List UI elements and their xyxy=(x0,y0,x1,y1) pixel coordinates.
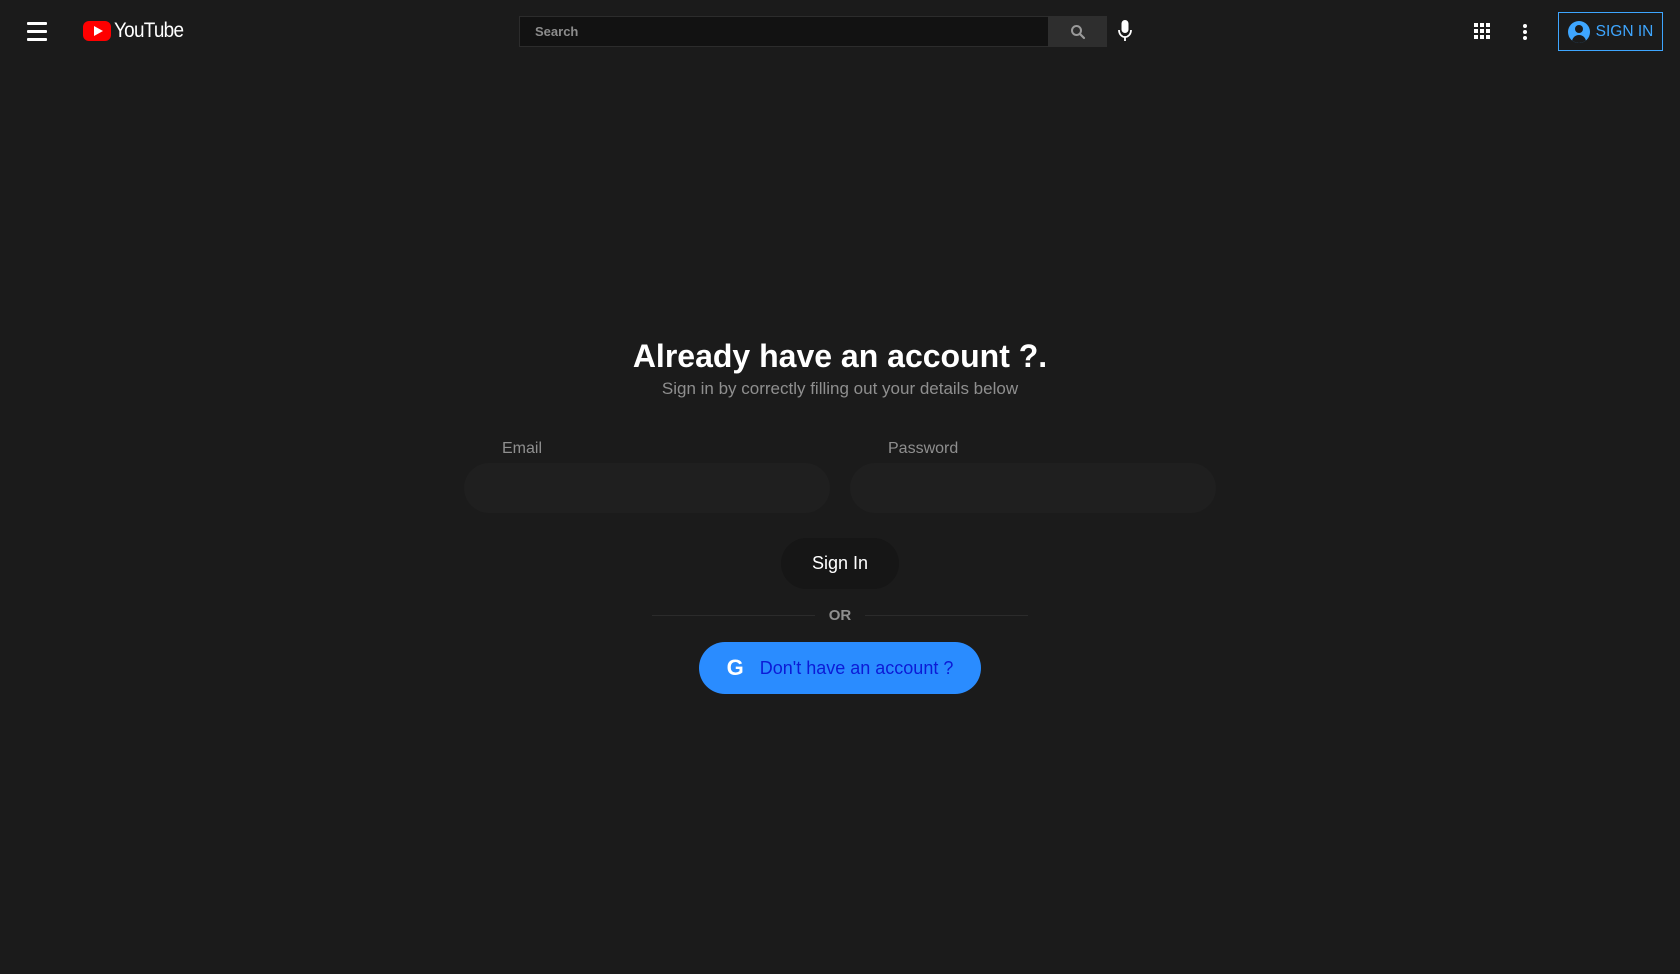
page-title: Already have an account ?. xyxy=(632,338,1048,374)
sign-in-panel: Already have an account ?. Sign in by co… xyxy=(0,0,1680,974)
password-field[interactable] xyxy=(850,463,1216,513)
email-field-group: Email xyxy=(464,440,830,513)
sign-in-button[interactable]: Sign In xyxy=(781,538,899,589)
email-field[interactable] xyxy=(464,463,830,513)
divider-line-right xyxy=(865,614,1028,616)
or-divider: OR xyxy=(652,605,1028,625)
create-account-button[interactable]: G Don't have an account ? xyxy=(699,642,981,694)
create-account-label: Don't have an account ? xyxy=(759,657,954,678)
email-label: Email xyxy=(502,440,543,457)
password-field-group: Password xyxy=(850,440,1216,513)
divider-line-left xyxy=(652,614,815,616)
divider-label: OR xyxy=(828,606,852,624)
password-label: Password xyxy=(888,440,959,457)
google-icon: G xyxy=(726,655,744,680)
page-subtitle: Sign in by correctly filling out your de… xyxy=(661,379,1019,398)
